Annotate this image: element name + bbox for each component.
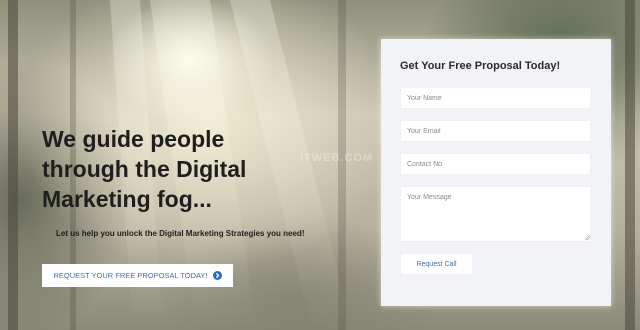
hero-heading-line: through the Digital — [42, 156, 247, 182]
hero-heading-line: Marketing fog... — [42, 186, 212, 212]
hero-heading: We guide people through the Digital Mark… — [42, 124, 342, 214]
name-input[interactable] — [400, 87, 591, 109]
arrow-right-circle-icon — [212, 271, 222, 280]
message-textarea[interactable] — [400, 186, 591, 242]
tree-trunk — [8, 0, 18, 330]
tree-trunk — [625, 0, 635, 330]
request-proposal-button[interactable]: REQUEST YOUR FREE PROPOSAL TODAY! — [42, 264, 233, 287]
contact-number-input[interactable] — [400, 153, 591, 175]
hero-heading-line: We guide people — [42, 126, 225, 152]
proposal-form: Get Your Free Proposal Today! Request Ca… — [381, 39, 611, 306]
email-input[interactable] — [400, 120, 591, 142]
request-proposal-label: REQUEST YOUR FREE PROPOSAL TODAY! — [53, 271, 208, 280]
request-call-button[interactable]: Request Call — [400, 253, 473, 275]
form-title: Get Your Free Proposal Today! — [400, 60, 561, 72]
hero-subheading: Let us help you unlock the Digital Marke… — [56, 229, 305, 238]
